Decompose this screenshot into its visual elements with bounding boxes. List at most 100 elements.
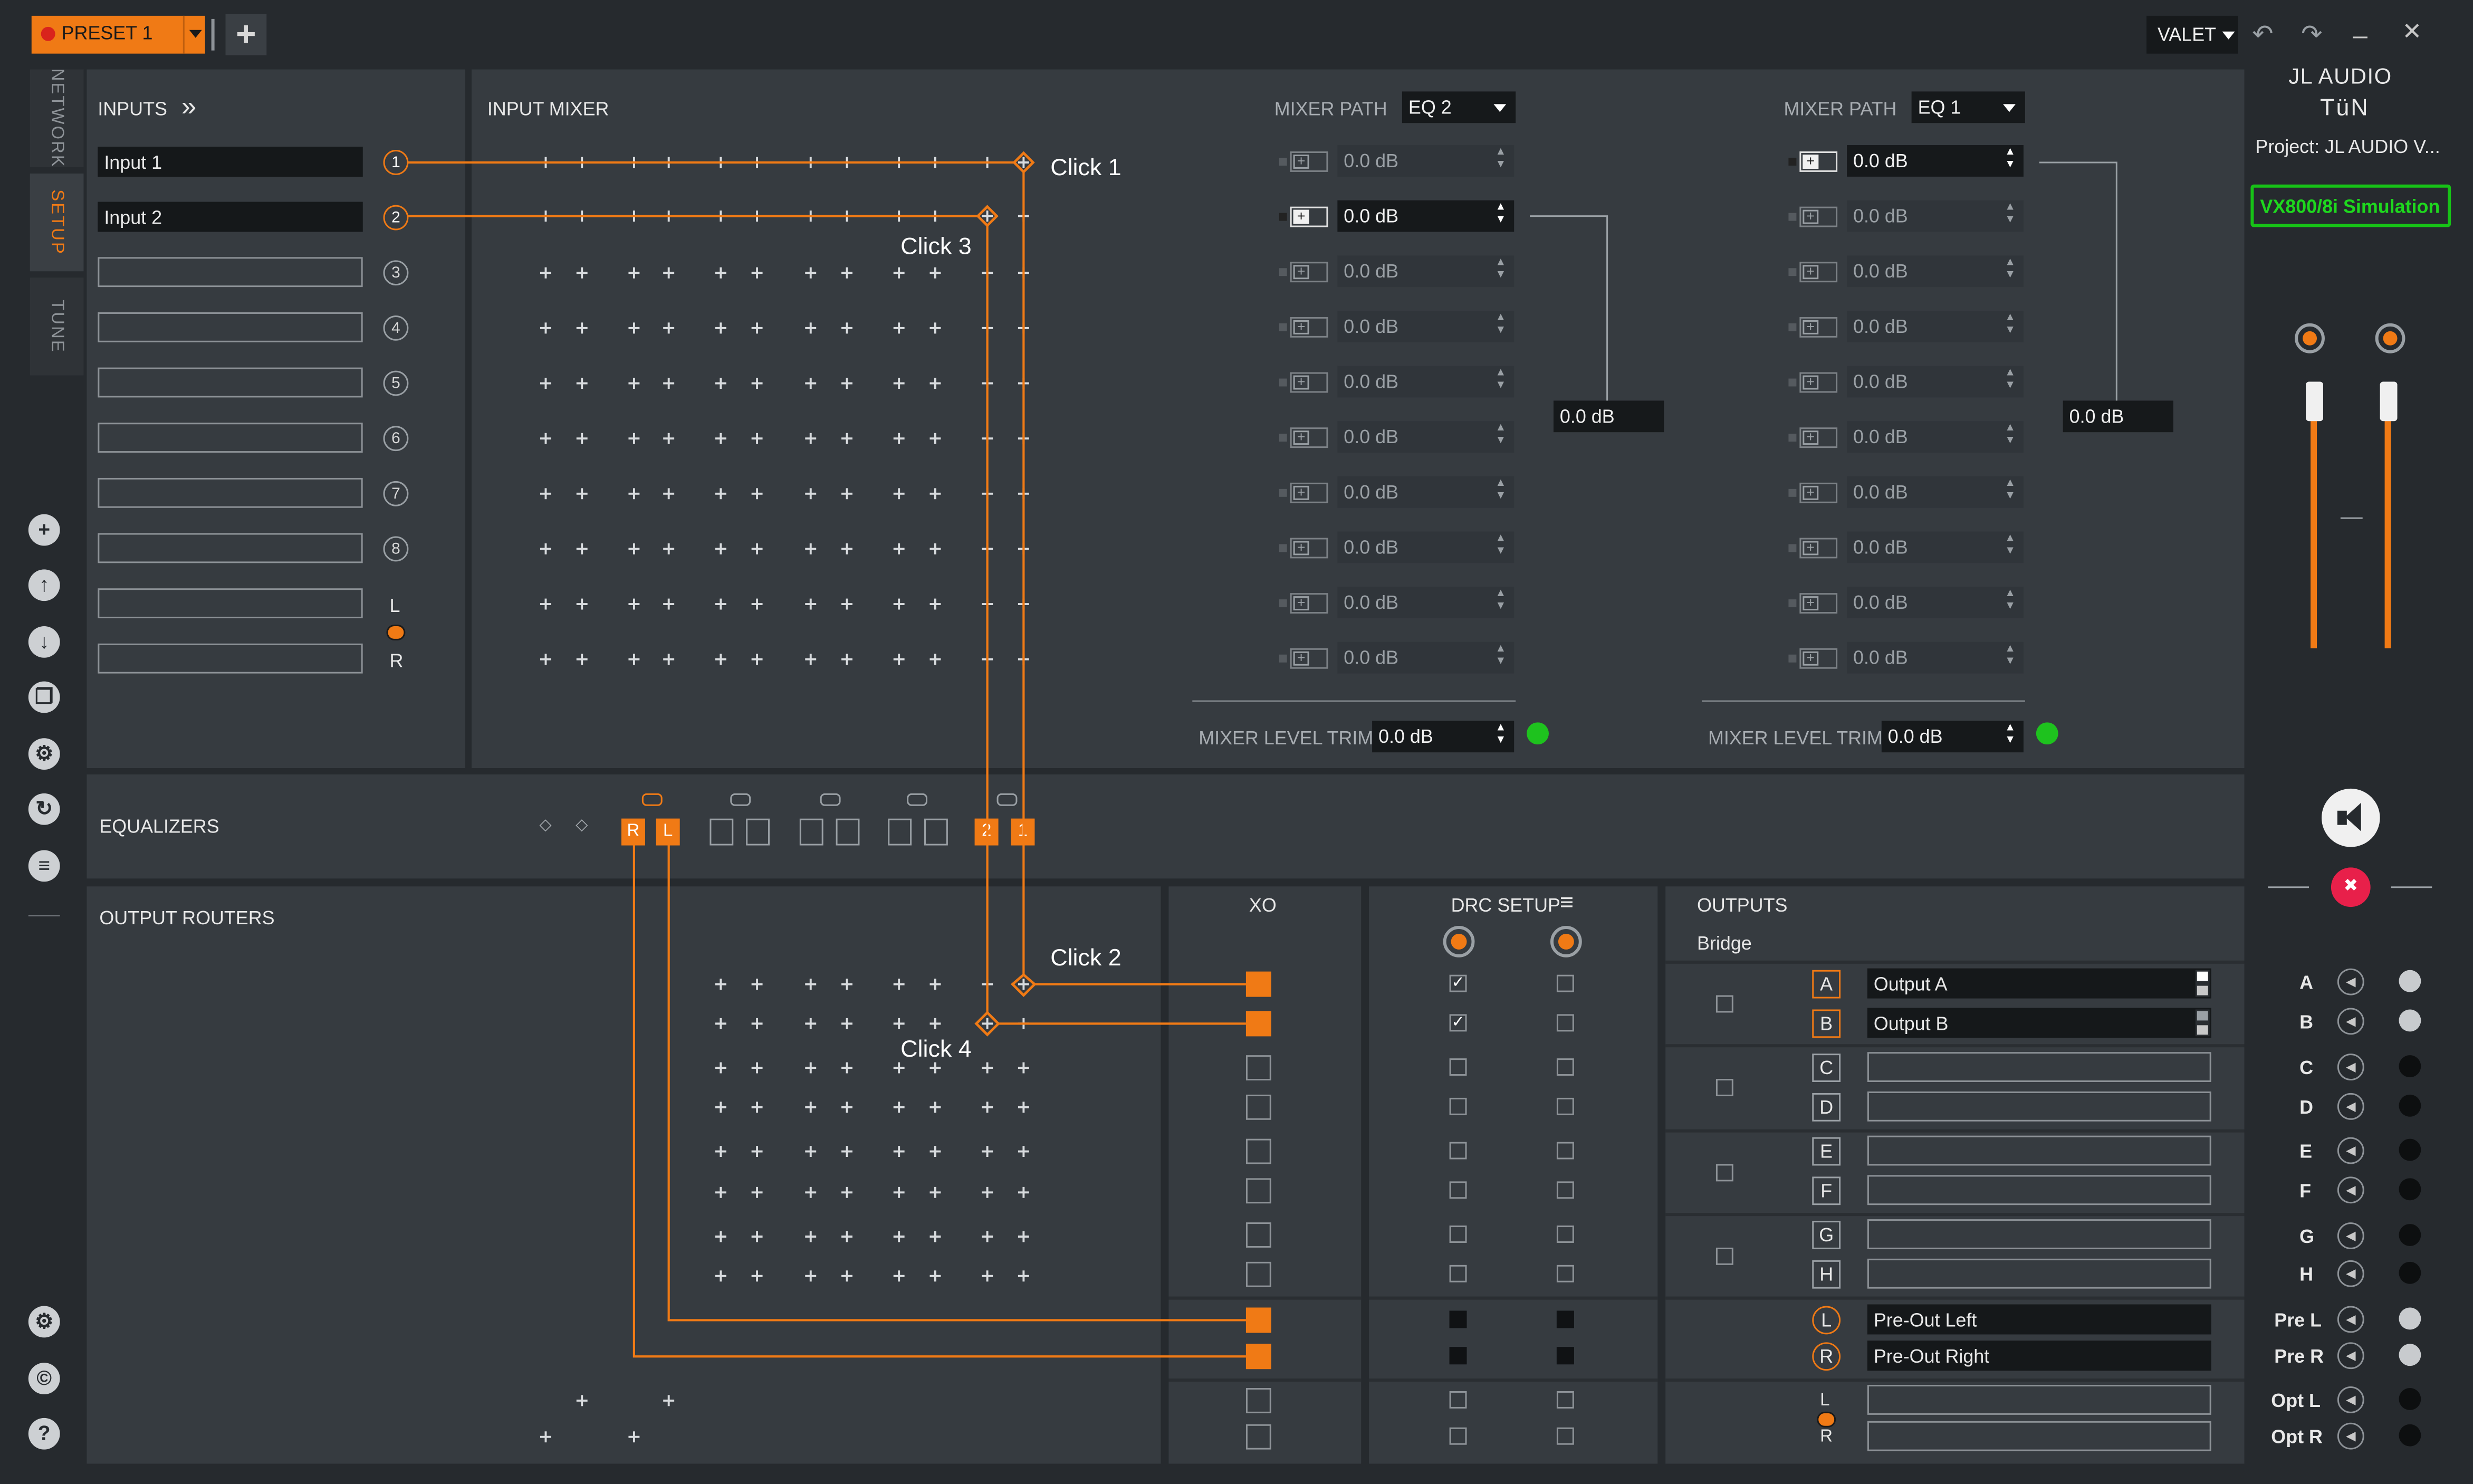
router-crosspoint[interactable] xyxy=(841,979,852,990)
master-fader-left-handle[interactable] xyxy=(2306,381,2323,422)
mixer-crosspoint[interactable] xyxy=(663,322,675,334)
mixer-crosspoint[interactable] xyxy=(751,543,763,554)
mixer-crosspoint[interactable] xyxy=(841,543,852,554)
mixer-crosspoint[interactable] xyxy=(628,378,640,389)
mixer-crosspoint[interactable] xyxy=(751,598,763,610)
mixer-crosspoint[interactable] xyxy=(893,267,905,279)
router-crosspoint[interactable] xyxy=(893,1062,905,1074)
mixer-crosspoint[interactable] xyxy=(841,267,852,279)
mixer-crosspoint[interactable] xyxy=(663,598,675,610)
mixer-crosspoint[interactable] xyxy=(805,267,817,279)
router-crosspoint[interactable] xyxy=(751,1270,763,1282)
router-crosspoint[interactable] xyxy=(982,1146,993,1157)
mixer-crosspoint[interactable] xyxy=(841,598,852,610)
mixer-crosspoint[interactable] xyxy=(893,488,905,500)
router-crosspoint[interactable] xyxy=(751,1102,763,1113)
router-crosspoint[interactable] xyxy=(841,1146,852,1157)
mixer-crosspoint[interactable] xyxy=(628,654,640,665)
mixer-crosspoint[interactable] xyxy=(805,433,817,444)
router-crosspoint[interactable] xyxy=(841,1186,852,1198)
mixer-crosspoint[interactable] xyxy=(715,378,726,389)
mixer-crosspoint[interactable] xyxy=(663,433,675,444)
router-crosspoint[interactable] xyxy=(893,1018,905,1029)
mixer-crosspoint[interactable] xyxy=(841,488,852,500)
mixer-crosspoint[interactable] xyxy=(751,267,763,279)
meter-speaker-icon-d[interactable]: ◀ xyxy=(2337,1093,2364,1120)
mixer-crosspoint[interactable] xyxy=(540,322,551,334)
router-crosspoint[interactable] xyxy=(805,979,817,990)
mixer-crosspoint[interactable] xyxy=(663,543,675,554)
mixer-crosspoint[interactable] xyxy=(751,488,763,500)
router-crosspoint[interactable] xyxy=(576,1395,588,1406)
router-crosspoint[interactable] xyxy=(982,1231,993,1242)
mixer-crosspoint[interactable] xyxy=(576,598,588,610)
router-crosspoint[interactable] xyxy=(715,1102,726,1113)
router-crosspoint[interactable] xyxy=(841,1270,852,1282)
mute-icon[interactable]: ✖ xyxy=(2331,867,2371,907)
router-crosspoint[interactable] xyxy=(751,979,763,990)
mixer-crosspoint[interactable] xyxy=(628,322,640,334)
router-crosspoint[interactable] xyxy=(1018,1146,1029,1157)
mixer-crosspoint[interactable] xyxy=(715,654,726,665)
router-crosspoint[interactable] xyxy=(805,1270,817,1282)
mixer-crosspoint[interactable] xyxy=(540,543,551,554)
router-crosspoint[interactable] xyxy=(715,1186,726,1198)
mixer-crosspoint[interactable] xyxy=(893,433,905,444)
mixer-crosspoint[interactable] xyxy=(628,543,640,554)
meter-speaker-icon-f[interactable]: ◀ xyxy=(2337,1176,2364,1204)
mixer-crosspoint[interactable] xyxy=(893,598,905,610)
mixer-crosspoint[interactable] xyxy=(751,378,763,389)
router-crosspoint[interactable] xyxy=(715,1062,726,1074)
router-crosspoint[interactable] xyxy=(893,1146,905,1157)
mixer-crosspoint[interactable] xyxy=(576,488,588,500)
router-crosspoint[interactable] xyxy=(805,1018,817,1029)
router-crosspoint[interactable] xyxy=(805,1146,817,1157)
master-fader-right-handle[interactable] xyxy=(2380,381,2398,422)
meter-speaker-icon-b[interactable]: ◀ xyxy=(2337,1008,2364,1035)
mixer-crosspoint[interactable] xyxy=(628,488,640,500)
router-crosspoint[interactable] xyxy=(893,979,905,990)
mixer-crosspoint[interactable] xyxy=(751,322,763,334)
router-crosspoint[interactable] xyxy=(715,1018,726,1029)
mixer-crosspoint[interactable] xyxy=(929,433,941,444)
router-crosspoint[interactable] xyxy=(982,1270,993,1282)
mixer-crosspoint[interactable] xyxy=(715,322,726,334)
router-crosspoint[interactable] xyxy=(628,1431,640,1443)
router-crosspoint[interactable] xyxy=(805,1102,817,1113)
mixer-crosspoint[interactable] xyxy=(715,488,726,500)
mixer-crosspoint[interactable] xyxy=(540,433,551,444)
mixer-crosspoint[interactable] xyxy=(663,378,675,389)
mixer-crosspoint[interactable] xyxy=(929,267,941,279)
mixer-crosspoint[interactable] xyxy=(576,654,588,665)
mixer-crosspoint[interactable] xyxy=(805,543,817,554)
mixer-crosspoint[interactable] xyxy=(540,267,551,279)
router-crosspoint[interactable] xyxy=(805,1186,817,1198)
router-crosspoint[interactable] xyxy=(1018,979,1029,990)
mixer-crosspoint[interactable] xyxy=(540,598,551,610)
mixer-crosspoint[interactable] xyxy=(751,654,763,665)
mixer-crosspoint[interactable] xyxy=(576,433,588,444)
router-crosspoint[interactable] xyxy=(751,1186,763,1198)
mixer-crosspoint[interactable] xyxy=(893,378,905,389)
mixer-crosspoint[interactable] xyxy=(540,488,551,500)
mixer-crosspoint[interactable] xyxy=(929,654,941,665)
mixer-crosspoint[interactable] xyxy=(805,322,817,334)
meter-speaker-icon-c[interactable]: ◀ xyxy=(2337,1054,2364,1081)
mixer-crosspoint[interactable] xyxy=(805,598,817,610)
router-crosspoint[interactable] xyxy=(841,1018,852,1029)
mixer-crosspoint[interactable] xyxy=(628,598,640,610)
router-crosspoint[interactable] xyxy=(540,1431,551,1443)
meter-speaker-icon-pre-r[interactable]: ◀ xyxy=(2337,1342,2364,1370)
master-knob-right[interactable] xyxy=(2375,323,2405,353)
router-crosspoint[interactable] xyxy=(893,1270,905,1282)
router-crosspoint[interactable] xyxy=(715,1146,726,1157)
router-crosspoint[interactable] xyxy=(1018,1231,1029,1242)
mixer-crosspoint[interactable] xyxy=(929,378,941,389)
mixer-crosspoint[interactable] xyxy=(540,654,551,665)
router-crosspoint[interactable] xyxy=(751,1146,763,1157)
mixer-crosspoint[interactable] xyxy=(929,488,941,500)
router-crosspoint[interactable] xyxy=(1018,1062,1029,1074)
router-crosspoint[interactable] xyxy=(841,1062,852,1074)
meter-speaker-icon-g[interactable]: ◀ xyxy=(2337,1222,2364,1249)
mixer-crosspoint[interactable] xyxy=(663,488,675,500)
